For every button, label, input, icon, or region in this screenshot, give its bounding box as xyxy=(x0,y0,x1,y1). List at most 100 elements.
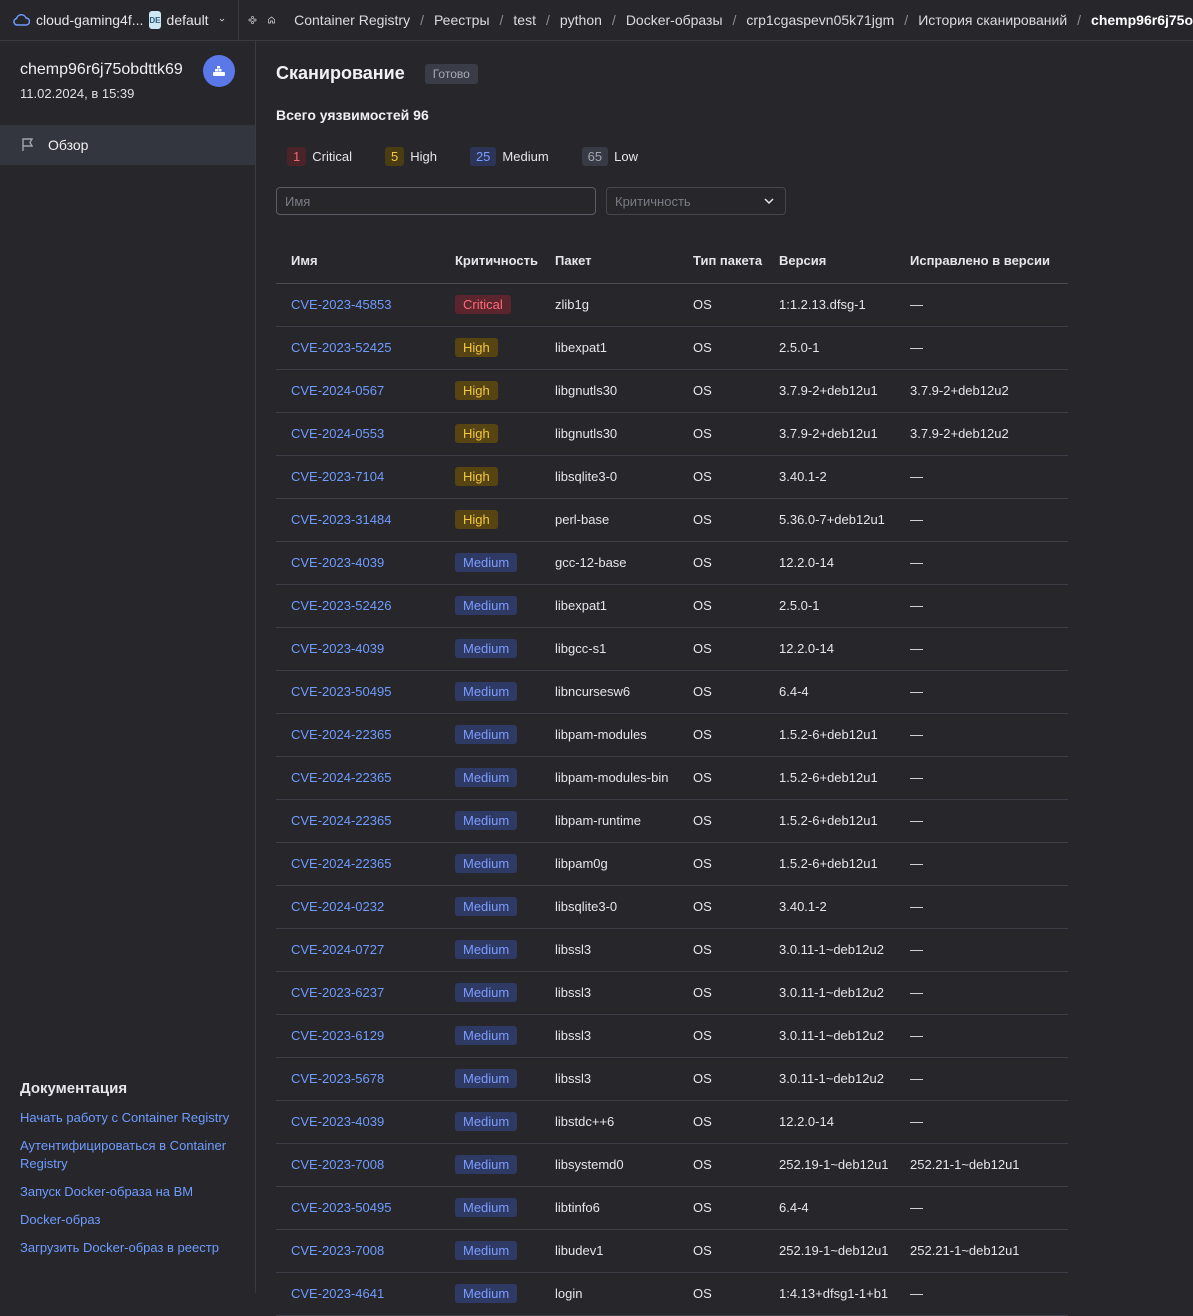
doc-link[interactable]: Аутентифицироваться в Container Registry xyxy=(20,1137,240,1173)
cve-link[interactable]: CVE-2023-52425 xyxy=(291,340,391,355)
cell-cve: CVE-2023-7104 xyxy=(276,455,440,499)
table-row[interactable]: CVE-2023-7008 Medium libsystemd0 OS 252.19-1… xyxy=(276,1143,1068,1187)
cell-package-type: OS xyxy=(678,971,764,1015)
doc-link[interactable]: Загрузить Docker-образ в реестр xyxy=(20,1239,240,1257)
cell-cve: CVE-2024-22365 xyxy=(276,713,440,757)
cve-link[interactable]: CVE-2024-22365 xyxy=(291,727,391,742)
table-row[interactable]: CVE-2023-50495 Medium libncursesw6 OS 6.4-4— xyxy=(276,670,1068,714)
cve-link[interactable]: CVE-2023-50495 xyxy=(291,684,391,699)
cve-link[interactable]: CVE-2023-6237 xyxy=(291,985,384,1000)
breadcrumb-item[interactable]: Container Registry xyxy=(294,12,410,28)
cve-link[interactable]: CVE-2024-22365 xyxy=(291,813,391,828)
sidebar-item-overview[interactable]: Обзор xyxy=(0,125,255,165)
cell-severity: Medium xyxy=(440,627,540,671)
cell-version: 252.19-1~deb12u1 xyxy=(764,1229,895,1273)
table-row[interactable]: CVE-2024-0232 Medium libsqlite3-0 OS 3.40.1-… xyxy=(276,885,1068,929)
table-row[interactable]: CVE-2023-4039 Medium gcc-12-base OS 12.2.0-1… xyxy=(276,541,1068,585)
cve-link[interactable]: CVE-2024-0553 xyxy=(291,426,384,441)
table-row[interactable]: CVE-2023-52425 High libexpat1 OS 2.5.0-1— xyxy=(276,326,1068,370)
cell-version: 12.2.0-14 xyxy=(764,627,895,671)
column-header-name[interactable]: Имя xyxy=(276,239,440,284)
cve-link[interactable]: CVE-2024-0567 xyxy=(291,383,384,398)
cve-link[interactable]: CVE-2023-45853 xyxy=(291,297,391,312)
table-row[interactable]: CVE-2023-4641 Medium login OS 1:4.13+dfsg1-1… xyxy=(276,1272,1068,1316)
table-row[interactable]: CVE-2024-22365 Medium libpam-runtime OS 1.5.… xyxy=(276,799,1068,843)
services-icon[interactable] xyxy=(248,11,257,29)
column-header-fixed-version[interactable]: Исправлено в версии xyxy=(895,239,1068,284)
doc-link[interactable]: Docker-образ xyxy=(20,1211,240,1229)
container-icon xyxy=(213,66,225,76)
cve-link[interactable]: CVE-2024-22365 xyxy=(291,856,391,871)
cell-severity: High xyxy=(440,326,540,370)
breadcrumb-item[interactable]: Реестры xyxy=(434,12,490,28)
cell-package-type: OS xyxy=(678,412,764,456)
cve-link[interactable]: CVE-2023-7008 xyxy=(291,1157,384,1172)
folder-name[interactable]: default xyxy=(167,12,209,28)
table-row[interactable]: CVE-2024-0553 High libgnutls30 OS 3.7.9-2+de… xyxy=(276,412,1068,456)
cve-link[interactable]: CVE-2023-5678 xyxy=(291,1071,384,1086)
cve-link[interactable]: CVE-2023-4039 xyxy=(291,1114,384,1129)
cell-severity: Medium xyxy=(440,670,540,714)
cell-package: libsystemd0 xyxy=(540,1143,678,1187)
table-row[interactable]: CVE-2023-50495 Medium libtinfo6 OS 6.4-4— xyxy=(276,1186,1068,1230)
breadcrumb-item[interactable]: crp1cgaspevn05k71jgm xyxy=(746,12,894,28)
cell-package: libpam-modules-bin xyxy=(540,756,678,800)
cve-link[interactable]: CVE-2024-0232 xyxy=(291,899,384,914)
cell-fixed-version: 252.21-1~deb12u1 xyxy=(895,1229,1068,1273)
cell-version: 252.19-1~deb12u1 xyxy=(764,1143,895,1187)
home-icon[interactable] xyxy=(267,11,276,29)
table-row[interactable]: CVE-2023-7104 High libsqlite3-0 OS 3.40.1-2— xyxy=(276,455,1068,499)
cell-fixed-version: — xyxy=(895,670,1068,714)
column-header-package-type[interactable]: Тип пакета xyxy=(678,239,764,284)
table-row[interactable]: CVE-2023-6129 Medium libssl3 OS 3.0.11-1~deb… xyxy=(276,1014,1068,1058)
table-row[interactable]: CVE-2024-22365 Medium libpam-modules-bin OS… xyxy=(276,756,1068,800)
cell-fixed-version: — xyxy=(895,283,1068,327)
cell-fixed-version: — xyxy=(895,627,1068,671)
table-row[interactable]: CVE-2024-22365 Medium libpam-modules OS 1.5.… xyxy=(276,713,1068,757)
cve-link[interactable]: CVE-2024-0727 xyxy=(291,942,384,957)
doc-link[interactable]: Запуск Docker-образа на ВМ xyxy=(20,1183,240,1201)
column-header-version[interactable]: Версия xyxy=(764,239,895,284)
cve-link[interactable]: CVE-2023-31484 xyxy=(291,512,391,527)
column-header-severity[interactable]: Критичность xyxy=(440,239,540,284)
cell-package: libssl3 xyxy=(540,971,678,1015)
table-row[interactable]: CVE-2023-31484 High perl-base OS 5.36.0-7+de… xyxy=(276,498,1068,542)
breadcrumb-item[interactable]: Docker-образы xyxy=(626,12,723,28)
count-label: Low xyxy=(614,149,638,164)
cve-link[interactable]: CVE-2023-50495 xyxy=(291,1200,391,1215)
table-row[interactable]: CVE-2023-52426 Medium libexpat1 OS 2.5.0-1— xyxy=(276,584,1068,628)
severity-badge: Critical xyxy=(455,295,511,314)
cve-link[interactable]: CVE-2023-4641 xyxy=(291,1286,384,1301)
breadcrumb-item[interactable]: python xyxy=(560,12,602,28)
table-row[interactable]: CVE-2023-4039 Medium libstdc++6 OS 12.2.0-14… xyxy=(276,1100,1068,1144)
chevron-down-icon[interactable] xyxy=(219,14,225,26)
cell-version: 2.5.0-1 xyxy=(764,326,895,370)
table-row[interactable]: CVE-2024-0727 Medium libssl3 OS 3.0.11-1~deb… xyxy=(276,928,1068,972)
cve-link[interactable]: CVE-2023-4039 xyxy=(291,641,384,656)
cell-cve: CVE-2024-22365 xyxy=(276,756,440,800)
table-row[interactable]: CVE-2023-5678 Medium libssl3 OS 3.0.11-1~deb… xyxy=(276,1057,1068,1101)
cve-link[interactable]: CVE-2023-52426 xyxy=(291,598,391,613)
cve-link[interactable]: CVE-2023-4039 xyxy=(291,555,384,570)
table-row[interactable]: CVE-2024-22365 Medium libpam0g OS 1.5.2-6+de… xyxy=(276,842,1068,886)
table-row[interactable]: CVE-2023-45853 Critical zlib1g OS 1:1.2.13.d… xyxy=(276,283,1068,327)
cell-version: 6.4-4 xyxy=(764,670,895,714)
table-row[interactable]: CVE-2023-4039 Medium libgcc-s1 OS 12.2.0-14— xyxy=(276,627,1068,671)
table-row[interactable]: CVE-2024-0567 High libgnutls30 OS 3.7.9-2+de… xyxy=(276,369,1068,413)
cve-link[interactable]: CVE-2023-6129 xyxy=(291,1028,384,1043)
breadcrumb-item[interactable]: История сканирований xyxy=(918,12,1067,28)
breadcrumb-item[interactable]: test xyxy=(513,12,536,28)
cell-package: libudev1 xyxy=(540,1229,678,1273)
column-header-package[interactable]: Пакет xyxy=(540,239,678,284)
name-search-input[interactable] xyxy=(276,187,596,215)
cve-link[interactable]: CVE-2023-7008 xyxy=(291,1243,384,1258)
severity-select[interactable]: Критичность xyxy=(606,187,786,215)
table-row[interactable]: CVE-2023-7008 Medium libudev1 OS 252.19-1~de… xyxy=(276,1229,1068,1273)
cve-link[interactable]: CVE-2024-22365 xyxy=(291,770,391,785)
doc-link[interactable]: Начать работу с Container Registry xyxy=(20,1109,240,1127)
cell-version: 3.0.11-1~deb12u2 xyxy=(764,928,895,972)
cve-link[interactable]: CVE-2023-7104 xyxy=(291,469,384,484)
table-row[interactable]: CVE-2023-6237 Medium libssl3 OS 3.0.11-1~deb… xyxy=(276,971,1068,1015)
sidebar-header: chemp96r6j75obdttk69 11.02.2024, в 15:39 xyxy=(0,41,255,125)
cloud-selector[interactable]: cloud-gaming4f... xyxy=(0,12,143,28)
